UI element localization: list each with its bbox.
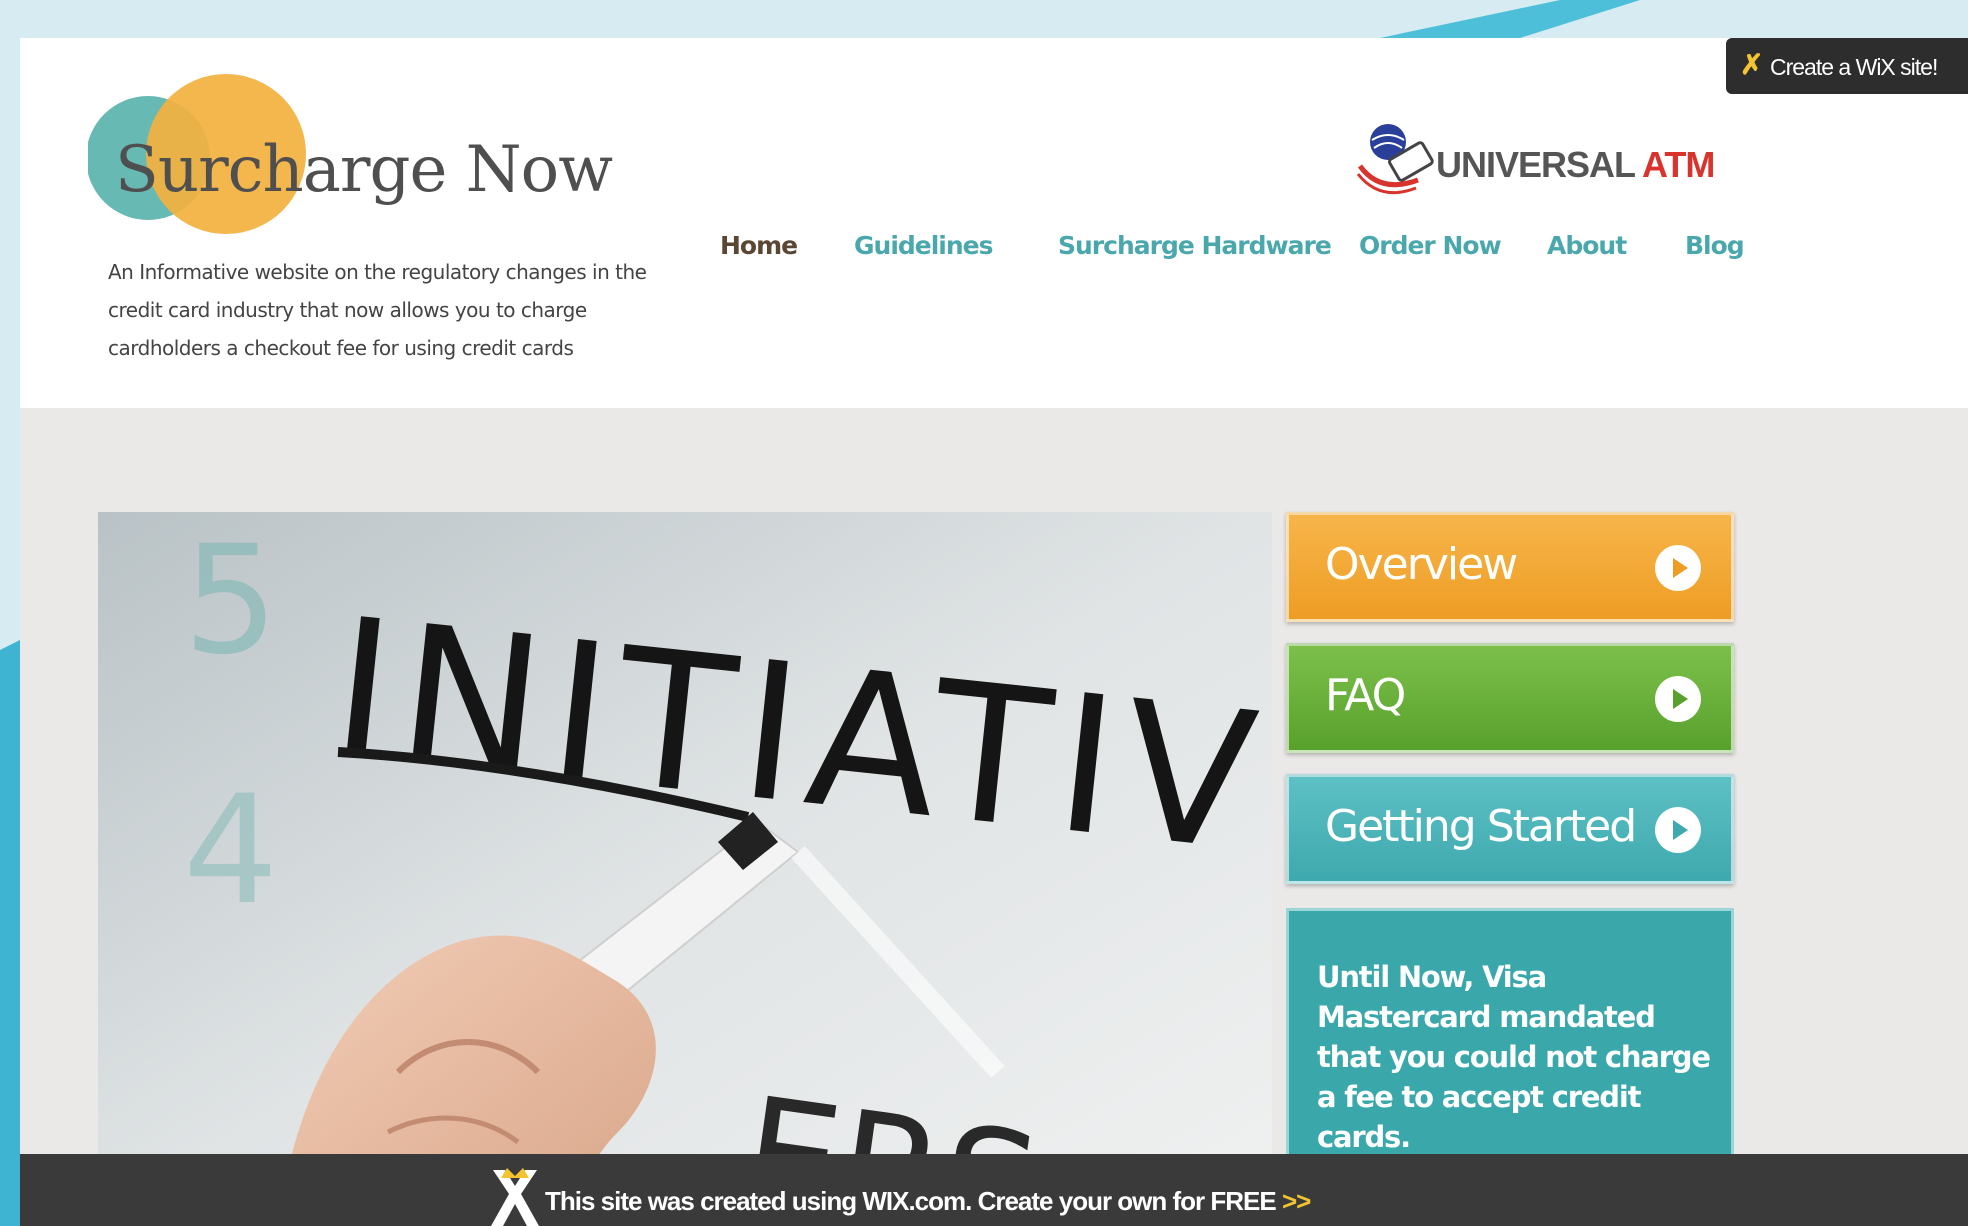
nav-item-blog[interactable]: Blog: [1685, 231, 1745, 260]
play-arrow-icon: [1655, 676, 1701, 722]
hero-image: 5 4 INITIATIVE ERS: [98, 512, 1272, 1226]
faq-button[interactable]: FAQ: [1286, 643, 1734, 753]
nav-item-about[interactable]: About: [1547, 231, 1627, 260]
wix-promo-banner[interactable]: This site was created using WIX.com. Cre…: [20, 1154, 1968, 1226]
getting-started-button[interactable]: Getting Started: [1286, 774, 1734, 884]
nav-item-surcharge-hardware[interactable]: Surcharge Hardware: [1058, 231, 1332, 260]
wix-banner-message: This site was created using WIX.com. Cre…: [545, 1186, 1277, 1216]
create-wix-site-badge[interactable]: ✗ Create a WiX site!: [1726, 38, 1968, 94]
wix-logo-icon: ✗: [1740, 49, 1764, 80]
svg-text:5: 5: [183, 514, 278, 688]
overview-button-label: Overview: [1325, 539, 1518, 590]
overview-button[interactable]: Overview: [1286, 512, 1734, 622]
wix-banner-text: This site was created using WIX.com. Cre…: [545, 1186, 1311, 1217]
wix-banner-arrows: >>: [1281, 1186, 1311, 1216]
nav-item-order-now[interactable]: Order Now: [1359, 231, 1502, 260]
create-wix-site-label: Create a WiX site!: [1770, 54, 1938, 80]
getting-started-button-label: Getting Started: [1325, 801, 1637, 852]
svg-text:4: 4: [183, 764, 278, 938]
play-arrow-icon: [1655, 545, 1701, 591]
hero-illustration: 5 4 INITIATIVE ERS: [98, 512, 1272, 1226]
wix-crown-icon: [491, 1168, 539, 1226]
site-logo[interactable]: Surcharge Now: [115, 133, 613, 207]
play-arrow-icon: [1655, 807, 1701, 853]
universal-atm-text-accent: ATM: [1642, 144, 1715, 185]
nav-item-home[interactable]: Home: [720, 231, 798, 260]
site-header: Surcharge Now An Informative website on …: [20, 38, 1968, 408]
faq-button-label: FAQ: [1325, 670, 1406, 721]
info-box-text: Until Now, Visa Mastercard mandated that…: [1317, 960, 1711, 1154]
universal-atm-text-main: UNIVERSAL: [1436, 144, 1635, 185]
universal-atm-logo: UNIVERSAL ATM: [1436, 144, 1715, 186]
site-tagline: An Informative website on the regulatory…: [108, 260, 647, 360]
nav-item-guidelines[interactable]: Guidelines: [854, 231, 994, 260]
info-box: Until Now, Visa Mastercard mandated that…: [1286, 908, 1734, 1188]
